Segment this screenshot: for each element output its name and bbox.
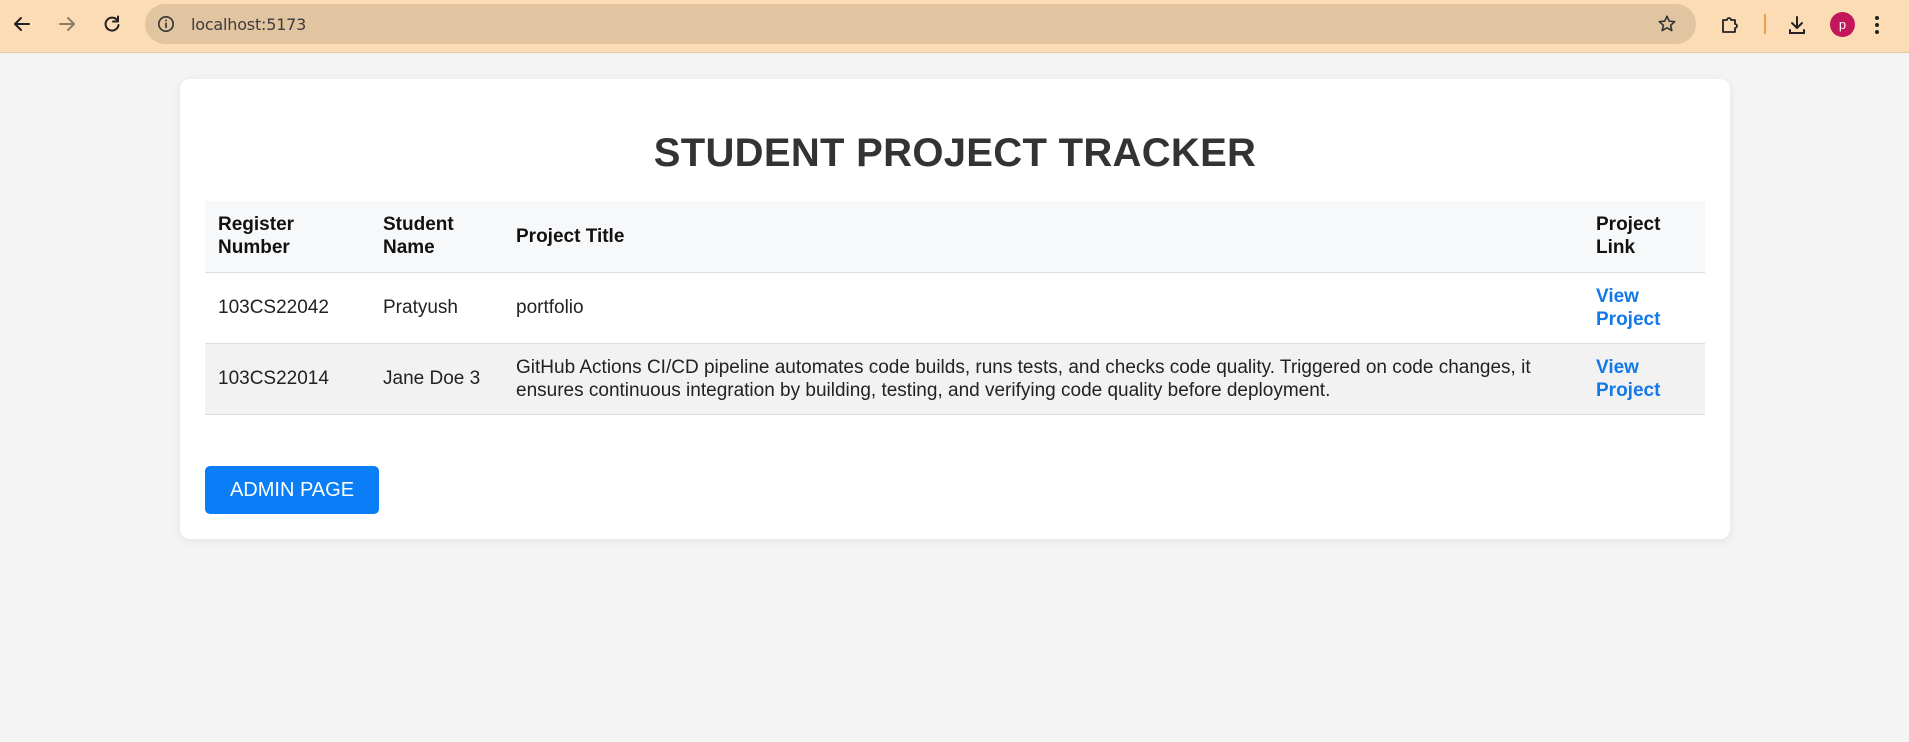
header-register-number: Register Number <box>205 201 370 273</box>
profile-avatar[interactable]: p <box>1830 12 1855 37</box>
toolbar-divider <box>1764 14 1766 34</box>
cell-project-link: View Project <box>1583 343 1705 415</box>
projects-table: Register Number Student Name Project Tit… <box>205 201 1705 415</box>
header-project-title: Project Title <box>503 201 1583 273</box>
cell-register-number: 103CS22014 <box>205 343 370 415</box>
table-row: 103CS22014 Jane Doe 3 GitHub Actions CI/… <box>205 343 1705 415</box>
address-bar[interactable]: localhost:5173 <box>145 4 1696 44</box>
view-project-link[interactable]: View Project <box>1596 286 1660 330</box>
view-project-link[interactable]: View Project <box>1596 357 1660 401</box>
cell-project-title: GitHub Actions CI/CD pipeline automates … <box>503 343 1583 415</box>
header-student-name: Student Name <box>370 201 503 273</box>
site-info-icon[interactable] <box>155 13 177 35</box>
browser-toolbar: localhost:5173 p <box>0 0 1909 53</box>
page-title: STUDENT PROJECT TRACKER <box>653 131 1257 175</box>
extensions-icon[interactable] <box>1717 12 1743 38</box>
cell-student-name: Pratyush <box>370 272 503 344</box>
table-header-row: Register Number Student Name Project Tit… <box>205 201 1705 273</box>
back-arrow-icon[interactable] <box>8 10 36 38</box>
more-menu-icon[interactable] <box>1872 12 1882 38</box>
bookmark-star-icon[interactable] <box>1656 13 1678 35</box>
cell-project-link: View Project <box>1583 272 1705 344</box>
download-icon[interactable] <box>1784 12 1810 38</box>
header-project-link: Project Link <box>1583 201 1705 273</box>
url-text[interactable]: localhost:5173 <box>191 15 306 34</box>
cell-student-name: Jane Doe 3 <box>370 343 503 415</box>
forward-arrow-icon[interactable] <box>53 10 81 38</box>
admin-page-button[interactable]: ADMIN PAGE <box>205 466 379 514</box>
cell-project-title: portfolio <box>503 272 1583 344</box>
cell-register-number: 103CS22042 <box>205 272 370 344</box>
reload-icon[interactable] <box>98 10 126 38</box>
table-row: 103CS22042 Pratyush portfolio View Proje… <box>205 272 1705 344</box>
tracker-card: STUDENT PROJECT TRACKER Register Number … <box>180 79 1730 539</box>
